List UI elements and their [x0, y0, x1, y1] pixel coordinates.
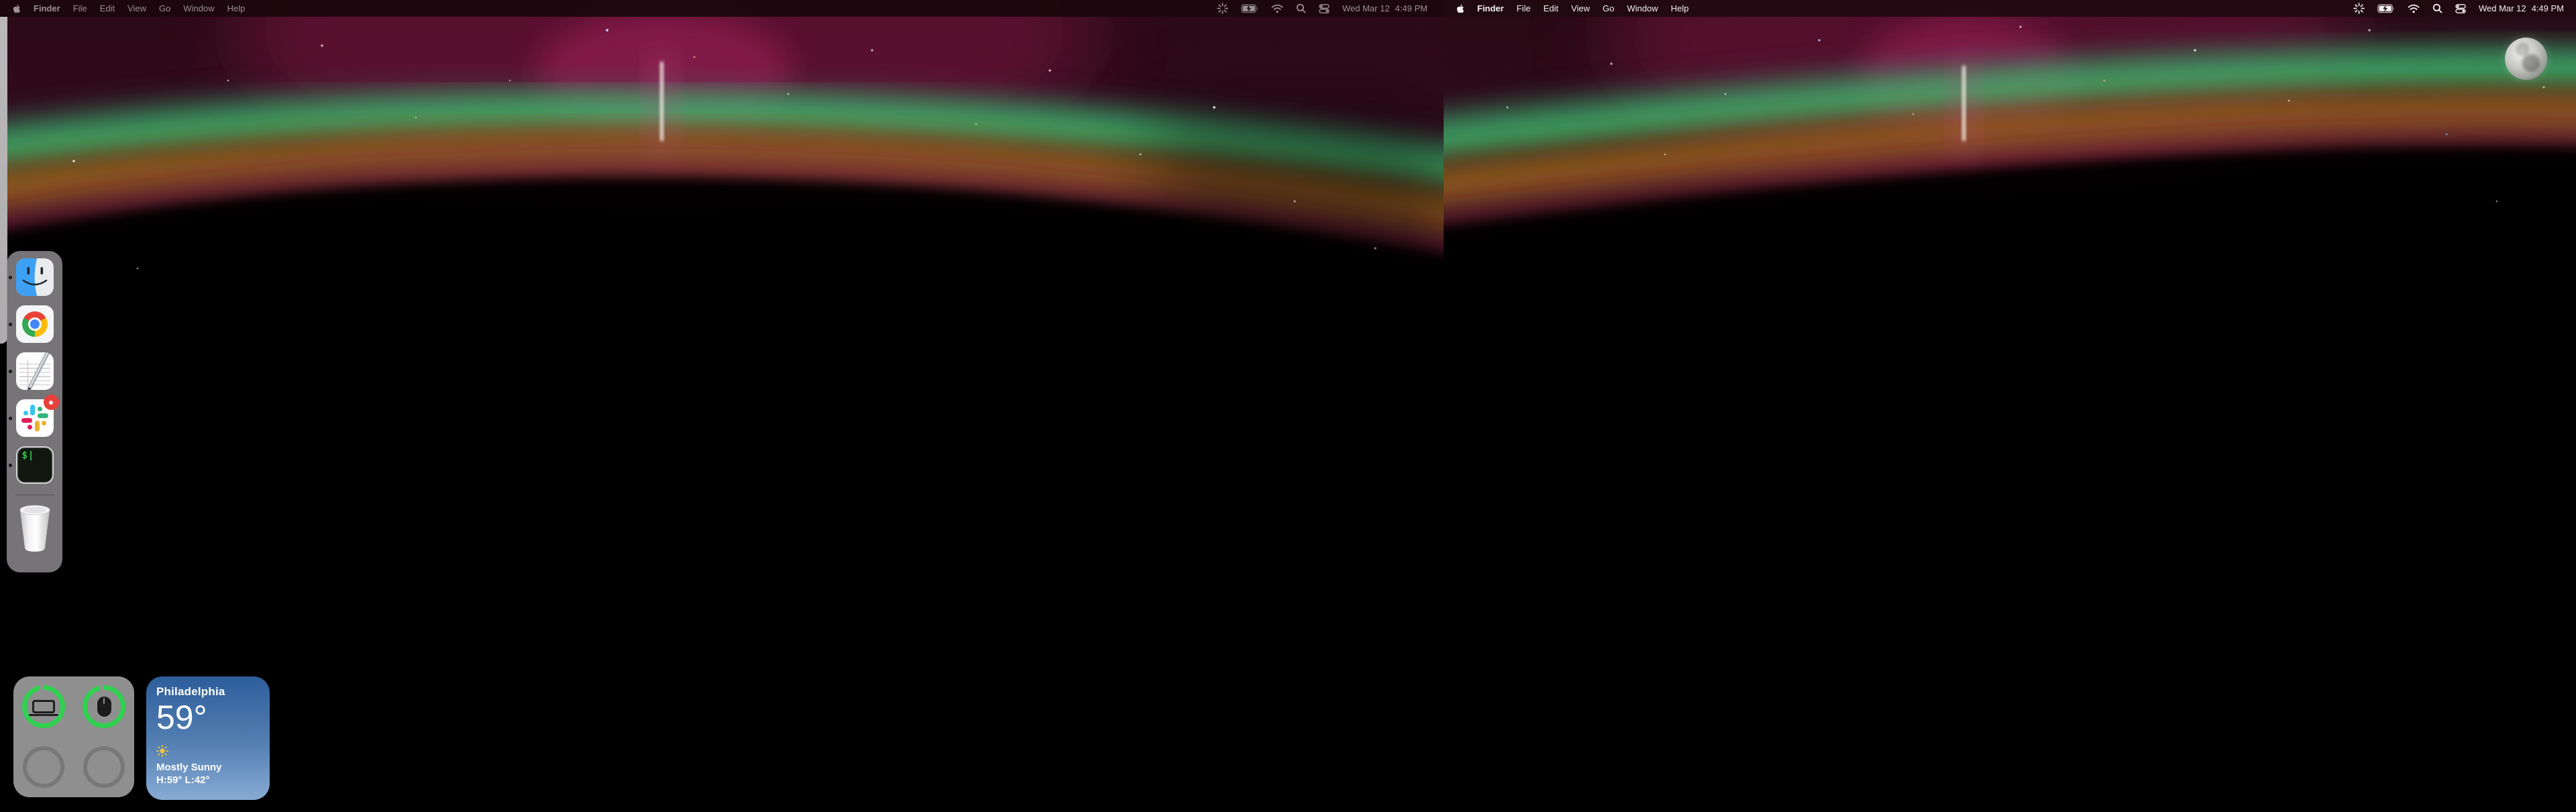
- dock-item-chrome[interactable]: [16, 305, 54, 343]
- textedit-icon: [16, 352, 54, 390]
- running-indicator: [9, 370, 12, 373]
- empty-battery-slot: [23, 746, 64, 788]
- aurora-wallpaper-right: [1444, 0, 2576, 812]
- dock-item-terminal[interactable]: $|: [16, 446, 54, 484]
- battery-charging-icon[interactable]: [2377, 4, 2395, 13]
- menu-file[interactable]: File: [1517, 3, 1531, 13]
- laptop-battery-ring: [22, 685, 65, 728]
- menu-edit[interactable]: Edit: [1544, 3, 1558, 13]
- moon: [2505, 38, 2547, 80]
- menu-go[interactable]: Go: [1603, 3, 1614, 13]
- terminal-icon: $|: [16, 446, 54, 484]
- menu-view[interactable]: View: [127, 3, 146, 13]
- battery-charging-icon[interactable]: [1241, 4, 1258, 13]
- weather-high-low: H:59° L:42°: [156, 774, 260, 786]
- terminal-prompt-text: $|: [22, 450, 35, 461]
- running-indicator: [9, 276, 12, 279]
- running-indicator: [9, 464, 12, 467]
- wifi-icon[interactable]: [2408, 4, 2420, 13]
- running-indicator: [9, 323, 12, 326]
- sun-icon: [156, 745, 260, 757]
- menu-window[interactable]: Window: [1627, 3, 1658, 13]
- laptop-icon: [32, 700, 55, 713]
- finder-icon: [16, 258, 54, 296]
- menu-view[interactable]: View: [1571, 3, 1590, 13]
- menu-bar-right: Finder File Edit View Go Window Help: [1444, 0, 2576, 17]
- menu-file[interactable]: File: [73, 3, 87, 13]
- apple-menu-icon[interactable]: [13, 4, 21, 13]
- slack-notification-badge: [44, 395, 59, 410]
- menu-bar-clock[interactable]: Wed Mar 12 4:49 PM: [1342, 3, 1428, 13]
- display-right: Finder File Edit View Go Window Help: [1444, 0, 2576, 812]
- weather-widget[interactable]: Philadelphia 59° Mostly Sunny H:59° L:42…: [146, 676, 270, 800]
- control-center-icon[interactable]: [1319, 4, 1330, 13]
- weather-temperature: 59°: [156, 700, 260, 735]
- menu-window[interactable]: Window: [183, 3, 214, 13]
- search-icon[interactable]: [1296, 3, 1306, 13]
- search-icon[interactable]: [2432, 3, 2443, 13]
- dock-item-textedit[interactable]: [16, 352, 54, 390]
- mouse-icon: [97, 697, 111, 717]
- sunburst-icon[interactable]: [1217, 3, 1228, 14]
- dock: $|: [7, 251, 62, 572]
- dock-item-finder[interactable]: [16, 258, 54, 296]
- menu-go[interactable]: Go: [159, 3, 170, 13]
- sunburst-icon[interactable]: [2353, 3, 2365, 14]
- display-left: Finder File Edit View Go Window Help: [0, 0, 1444, 812]
- menu-help[interactable]: Help: [227, 3, 246, 13]
- wifi-icon[interactable]: [1271, 4, 1283, 13]
- control-center-icon[interactable]: [2455, 4, 2466, 13]
- app-menu-finder[interactable]: Finder: [1477, 3, 1504, 13]
- batteries-widget[interactable]: [13, 676, 134, 797]
- menu-bar-clock[interactable]: Wed Mar 12 4:49 PM: [2479, 3, 2564, 13]
- chrome-icon: [16, 305, 54, 343]
- menu-bar-left: Finder File Edit View Go Window Help: [0, 0, 1444, 17]
- menu-help[interactable]: Help: [1671, 3, 1689, 13]
- empty-battery-slot: [83, 746, 125, 788]
- trash-icon[interactable]: [17, 503, 52, 553]
- mouse-battery-ring: [83, 685, 125, 728]
- apple-menu-icon[interactable]: [1456, 4, 1464, 13]
- weather-city: Philadelphia: [156, 685, 260, 699]
- dock-item-slack[interactable]: [16, 399, 54, 437]
- app-menu-finder[interactable]: Finder: [34, 3, 60, 13]
- running-indicator: [9, 417, 12, 420]
- menu-edit[interactable]: Edit: [100, 3, 115, 13]
- weather-condition: Mostly Sunny: [156, 762, 260, 773]
